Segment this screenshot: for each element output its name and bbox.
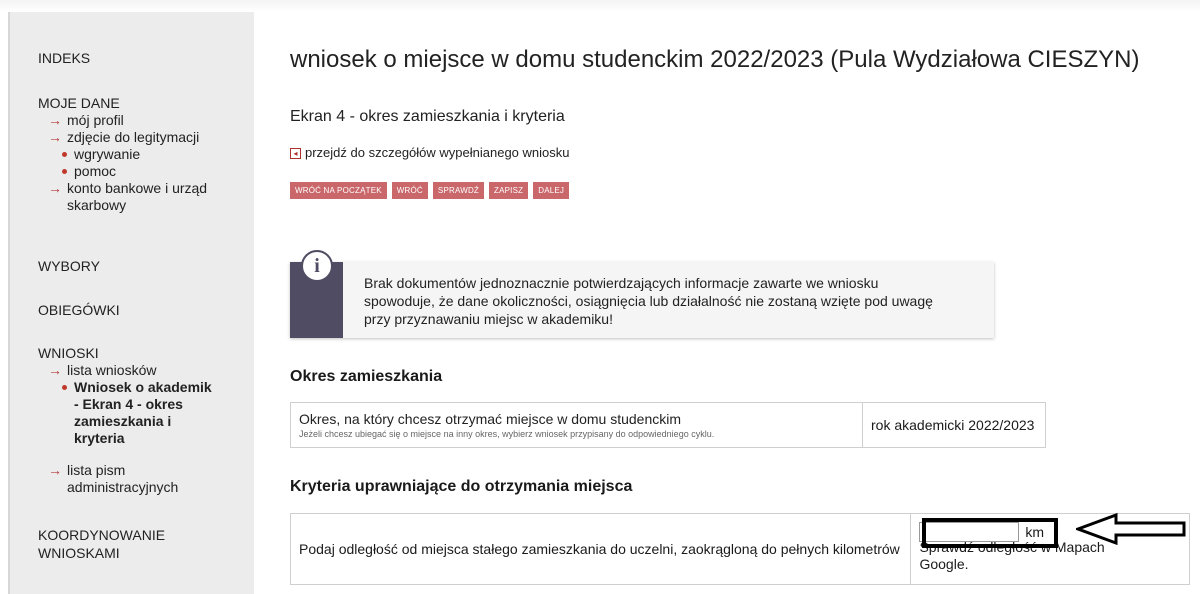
- sidebar-item-wybory[interactable]: WYBORY: [38, 258, 100, 274]
- okres-table: Okres, na który chcesz otrzymać miejsce …: [290, 402, 1046, 448]
- section-heading-okres: Okres zamieszkania: [290, 368, 443, 385]
- section-heading-kryteria: Kryteria uprawniające do otrzymania miej…: [290, 478, 633, 495]
- arrow-right-icon: →: [48, 462, 62, 478]
- sidebar-item-zdjecie[interactable]: → zdjęcie do legitymacji: [48, 129, 199, 146]
- bullet-icon: [62, 152, 67, 157]
- main-content: wniosek o miejsce w domu studenckim 2022…: [289, 0, 1190, 594]
- arrow-right-icon: →: [48, 180, 62, 196]
- sidebar-item-wnioski[interactable]: WNIOSKI: [38, 345, 99, 361]
- bullet-icon: [62, 169, 67, 174]
- check-button[interactable]: SPRAWDŹ: [432, 182, 485, 199]
- sidebar-item-koordynowanie[interactable]: KOORDYNOWANIE WNIOSKAMI: [38, 526, 165, 562]
- back-to-start-button[interactable]: WRÓĆ NA POCZĄTEK: [290, 182, 387, 199]
- okres-hint: Jeżeli chcesz ubiegać się o miejsce na i…: [299, 429, 715, 439]
- table-row: Okres, na który chcesz otrzymać miejsce …: [290, 402, 1046, 448]
- sidebar-item-lista-pism[interactable]: → lista pism administracyjnych: [48, 462, 178, 496]
- back-to-details-link[interactable]: ◂ przejdź do szczegółów wypełnianego wnio…: [290, 145, 569, 160]
- screen-subtitle: Ekran 4 - okres zamieszkania i kryteria: [290, 108, 565, 125]
- arrow-right-icon: →: [48, 129, 62, 145]
- okres-question-cell: Okres, na który chcesz otrzymać miejsce …: [290, 402, 863, 448]
- page-title: wniosek o miejsce w domu studenckim 2022…: [290, 46, 1140, 73]
- sidebar-item-moj-profil[interactable]: → mój profil: [48, 112, 124, 129]
- info-notice: i Brak dokumentów jednoznacznie potwierd…: [290, 250, 994, 338]
- sidebar-item-konto[interactable]: → konto bankowe i urząd skarbowy: [48, 180, 207, 214]
- info-icon: i: [301, 250, 333, 282]
- notice-bar: i: [290, 250, 343, 338]
- annotation-highlight-box: [922, 518, 1058, 548]
- sidebar-item-wniosek-akademik[interactable]: Wniosek o akademik - Ekran 4 - okres zam…: [62, 379, 212, 447]
- arrow-right-icon: →: [48, 362, 62, 378]
- back-arrow-icon: ◂: [290, 148, 301, 159]
- sidebar-item-moje-dane[interactable]: MOJE DANE: [38, 95, 120, 111]
- action-button-bar: WRÓĆ NA POCZĄTEK WRÓĆ SPRAWDŹ ZAPISZ DAL…: [290, 182, 570, 199]
- arrow-right-icon: →: [48, 112, 62, 128]
- back-button[interactable]: WRÓĆ: [391, 182, 428, 199]
- bullet-icon: [62, 385, 67, 390]
- next-button[interactable]: DALEJ: [533, 182, 570, 199]
- sidebar-item-pomoc[interactable]: pomoc: [62, 163, 116, 180]
- save-button[interactable]: ZAPISZ: [489, 182, 529, 199]
- sidebar-item-obiegowki[interactable]: OBIEGÓWKI: [38, 302, 120, 318]
- sidebar-item-indeks[interactable]: INDEKS: [38, 50, 90, 66]
- sidebar-item-wgrywanie[interactable]: wgrywanie: [62, 146, 140, 163]
- sidebar-item-lista-wnioskow[interactable]: → lista wniosków: [48, 362, 156, 379]
- okres-value: rok akademicki 2022/2023: [862, 402, 1046, 448]
- distance-question: Podaj odległość od miejsca stałego zamie…: [289, 513, 912, 585]
- sidebar: INDEKS MOJE DANE → mój profil → zdjęcie do…: [8, 12, 254, 594]
- okres-question: Okres, na który chcesz otrzymać miejsce …: [299, 411, 682, 427]
- pointer-arrow-icon: [1076, 512, 1186, 546]
- notice-text: Brak dokumentów jednoznacznie potwierdza…: [364, 275, 933, 327]
